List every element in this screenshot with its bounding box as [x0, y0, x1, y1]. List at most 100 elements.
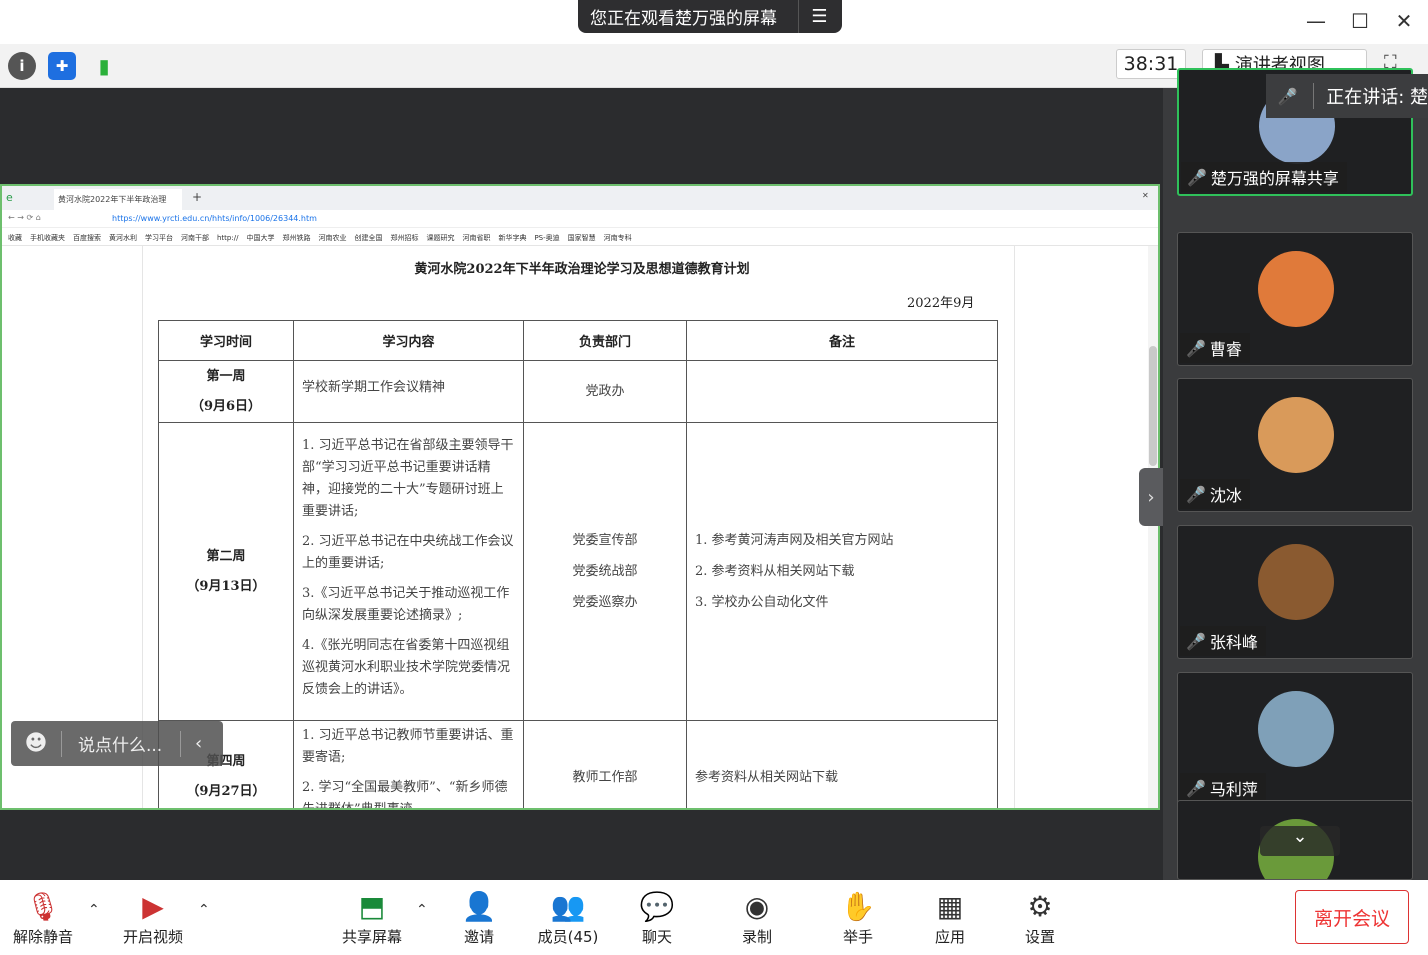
maximize-icon[interactable]: ☐ [1340, 6, 1380, 36]
dept-item: 党委统战部 [572, 564, 638, 579]
dept-item: 党委巡察办 [572, 595, 638, 610]
week-label: 第二周 [206, 548, 246, 564]
week-date: （9月27日） [186, 784, 266, 799]
note-item: 3. 学校办公自动化文件 [695, 595, 829, 610]
invite-button[interactable]: 👤 邀请 [439, 886, 519, 947]
bookmark-item[interactable]: 收藏 [8, 234, 22, 242]
start-video-button[interactable]: ▶ 开启视频 [113, 886, 193, 947]
share-screen-button[interactable]: ⬒ 共享屏幕 [332, 886, 412, 947]
note-item: 1. 参考黄河涛声网及相关官方网站 [695, 533, 894, 548]
participant-name: 楚万强的屏幕共享 [1210, 169, 1339, 188]
shield-icon[interactable]: ✚ [48, 52, 76, 80]
share-banner-text: 您正在观看楚万强的屏幕 [590, 9, 777, 29]
chevron-left-icon[interactable]: ‹ [181, 733, 202, 754]
participant-name-bar: 🎤 曹睿 [1180, 333, 1250, 363]
chevron-up-icon[interactable]: ⌃ [198, 902, 210, 918]
browser-logo-icon: e [6, 191, 13, 204]
raise-hand-button[interactable]: ✋ 举手 [818, 886, 898, 947]
nav-icons[interactable]: ← → ⟳ ⌂ [8, 213, 41, 222]
leave-meeting-button[interactable]: 离开会议 [1295, 890, 1409, 944]
collapse-panel-button[interactable]: › [1139, 468, 1163, 526]
participant-name-bar: 🎤 张科峰 [1180, 626, 1266, 656]
unmute-label: 解除静音 [12, 928, 73, 946]
note-cell: 参考资料从相关网站下载 [686, 720, 998, 808]
bookmark-item[interactable]: 河南专科 [604, 234, 632, 242]
bookmark-bar: 收藏 手机收藏夹 百度搜索 黄河水利 学习平台 河南干部 http://中国大学 郑州铁路 河南… [2, 228, 1158, 246]
share-banner[interactable]: 您正在观看楚万强的屏幕 ☰ [578, 0, 842, 33]
bookmark-item[interactable]: 中国大学 [246, 234, 274, 242]
note-item: 2. 参考资料从相关网站下载 [695, 564, 855, 579]
scrollbar-thumb[interactable] [1149, 346, 1157, 466]
chat-label: 聊天 [641, 928, 672, 946]
close-icon[interactable]: ✕ [1384, 6, 1424, 36]
content-item: 1. 习近平总书记教师节重要讲话、重要寄语; [302, 728, 514, 765]
bookmark-item[interactable]: 百度搜索 [73, 234, 101, 242]
bookmark-item[interactable]: 国家智慧 [568, 234, 596, 242]
bookmark-item[interactable]: 黄河水利 [109, 234, 137, 242]
chevron-up-icon[interactable]: ⌃ [416, 902, 428, 918]
table-row: 第四周 （9月27日） 1. 习近平总书记教师节重要讲话、重要寄语; 2. 学习“全国… [158, 720, 998, 808]
dept-cell: 教师工作部 [523, 720, 687, 808]
table-header-cell: 负责部门 [523, 320, 687, 361]
bookmark-item[interactable]: 郑州铁路 [282, 234, 310, 242]
record-icon: ◉ [744, 889, 770, 923]
gear-icon: ⚙ [1027, 889, 1053, 923]
bookmark-item[interactable]: 手机收藏夹 [30, 234, 65, 242]
bookmark-item[interactable]: 河南干部 [181, 234, 209, 242]
new-tab-icon[interactable]: + [192, 190, 202, 204]
participant-name: 马利萍 [1209, 780, 1258, 799]
participant-tile[interactable]: 🎤 张科峰 [1177, 525, 1413, 659]
participant-tile[interactable]: 🎤 马利萍 [1177, 672, 1413, 806]
week-date: （9月6日） [190, 398, 262, 414]
mic-off-icon: 🎙 [25, 889, 61, 923]
apps-button[interactable]: ▦ 应用 [910, 886, 990, 947]
content-item: 2. 习近平总书记在中央统战工作会议上的重要讲话; [302, 533, 514, 571]
mic-off-icon: 🎤 [1277, 86, 1298, 106]
browser-tab[interactable]: 黄河水院2022年下半年政治理 [54, 189, 182, 210]
info-icon[interactable]: i [8, 52, 36, 80]
avatar [1258, 251, 1334, 327]
participant-tile[interactable]: 🎤 沈冰 [1177, 378, 1413, 512]
document-date: 2022年9月 [907, 296, 975, 311]
record-button[interactable]: ◉ 录制 [717, 886, 797, 947]
chat-icon: 💬 [639, 889, 675, 923]
content-item: 1. 习近平总书记在省部级主要领导干部“学习习近平总书记重要讲话精神，迎接党的二… [302, 437, 514, 519]
bookmark-item[interactable]: PS-奥迪 [534, 234, 559, 242]
bookmark-item[interactable]: 郑州招标 [390, 234, 418, 242]
table-header-cell: 学习时间 [158, 320, 294, 361]
bookmark-item[interactable]: 学习平台 [145, 234, 173, 242]
dept-cell: 党委宣传部 党委统战部 党委巡察办 [523, 422, 687, 721]
avatar [1258, 691, 1334, 767]
bookmark-item[interactable]: 新华字典 [498, 234, 526, 242]
mic-off-icon: 🎤 [1186, 778, 1206, 798]
chat-button[interactable]: 💬 聊天 [617, 886, 697, 947]
participant-tile[interactable]: 🎤 曹睿 [1177, 232, 1413, 366]
browser-close-icon[interactable]: ✕ [1142, 191, 1149, 200]
emoji-icon[interactable]: ☻ [11, 731, 61, 756]
settings-button[interactable]: ⚙ 设置 [1000, 886, 1080, 947]
bookmark-item[interactable]: 创建全国 [354, 234, 382, 242]
address-bar[interactable]: ← → ⟳ ⌂ https://www.yrcti.edu.cn/hhts/in… [2, 210, 1158, 228]
minimize-icon[interactable]: — [1296, 6, 1336, 36]
members-button[interactable]: 👥 成员(45) [528, 886, 608, 947]
chat-quick-input[interactable]: ☻ 说点什么... ‹ [11, 721, 223, 766]
signal-icon[interactable]: ▮ [90, 52, 118, 80]
chevron-up-icon[interactable]: ⌃ [88, 902, 100, 918]
speaking-text: 正在讲话: 楚 [1326, 87, 1428, 108]
menu-icon[interactable]: ☰ [798, 0, 840, 33]
mic-off-icon: 🎤 [1186, 338, 1206, 358]
browser-scrollbar[interactable] [1148, 246, 1158, 808]
bookmark-item[interactable]: 课题研究 [426, 234, 454, 242]
url-text: https://www.yrcti.edu.cn/hhts/info/1006/… [112, 214, 317, 223]
bookmark-item[interactable]: http:// [217, 234, 238, 242]
scroll-down-icon[interactable]: ⌄ [1260, 826, 1340, 856]
week-cell: 第一周 （9月6日） [158, 360, 294, 423]
table-row: 第二周 （9月13日） 1. 习近平总书记在省部级主要领导干部“学习习近平总书记重要… [158, 422, 998, 721]
add-user-icon: 👤 [461, 889, 497, 923]
bookmark-item[interactable]: 河南农业 [318, 234, 346, 242]
bookmark-item[interactable]: 河南省职 [462, 234, 490, 242]
week-label: 第一周 [206, 368, 246, 384]
unmute-button[interactable]: 🎙 解除静音 [3, 886, 83, 947]
active-speaker-indicator: 🎤 正在讲话: 楚 [1266, 74, 1428, 118]
mic-off-icon: 🎤 [1186, 631, 1206, 651]
